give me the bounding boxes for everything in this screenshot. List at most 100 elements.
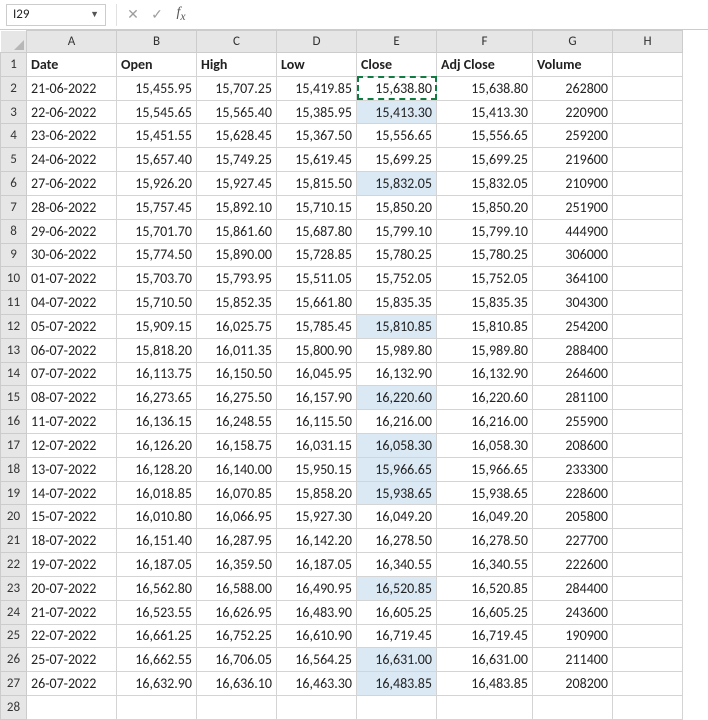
cell-D2[interactable]: 15,419.85 [277, 76, 357, 100]
cell-C10[interactable]: 15,793.95 [197, 267, 277, 291]
cell-E15[interactable]: 16,220.60 [357, 386, 437, 410]
cell-B10[interactable]: 15,703.70 [117, 267, 197, 291]
cell-C7[interactable]: 15,892.10 [197, 195, 277, 219]
cell-B18[interactable]: 16,128.20 [117, 457, 197, 481]
cell-E18[interactable]: 15,966.65 [357, 457, 437, 481]
cell-A20[interactable]: 15-07-2022 [27, 505, 117, 529]
cell-D19[interactable]: 15,858.20 [277, 481, 357, 505]
row-header-7[interactable]: 7 [1, 195, 27, 219]
cell-E16[interactable]: 16,216.00 [357, 410, 437, 434]
row-header-26[interactable]: 26 [1, 648, 27, 672]
cell-H2[interactable] [613, 76, 683, 100]
cell-C20[interactable]: 16,066.95 [197, 505, 277, 529]
column-header-F[interactable]: F [437, 31, 533, 53]
cell-G5[interactable]: 219600 [533, 148, 613, 172]
row-header-4[interactable]: 4 [1, 124, 27, 148]
cell-B20[interactable]: 16,010.80 [117, 505, 197, 529]
cell-G8[interactable]: 444900 [533, 219, 613, 243]
formula-input[interactable] [193, 4, 708, 26]
select-all-corner[interactable] [1, 31, 27, 53]
row-header-24[interactable]: 24 [1, 600, 27, 624]
cell-D27[interactable]: 16,463.30 [277, 672, 357, 696]
cell-G22[interactable]: 222600 [533, 553, 613, 577]
cell-G3[interactable]: 220900 [533, 100, 613, 124]
row-header-10[interactable]: 10 [1, 267, 27, 291]
cell-H10[interactable] [613, 267, 683, 291]
cell-E27[interactable]: 16,483.85 [357, 672, 437, 696]
cell-G19[interactable]: 228600 [533, 481, 613, 505]
cell-D10[interactable]: 15,511.05 [277, 267, 357, 291]
cell-H11[interactable] [613, 291, 683, 315]
cell-A27[interactable]: 26-07-2022 [27, 672, 117, 696]
cell-H6[interactable] [613, 172, 683, 196]
cell-F6[interactable]: 15,832.05 [437, 172, 533, 196]
cell-A15[interactable]: 08-07-2022 [27, 386, 117, 410]
cell-H26[interactable] [613, 648, 683, 672]
cell-A6[interactable]: 27-06-2022 [27, 172, 117, 196]
header-cell-F[interactable]: Adj Close [437, 53, 533, 77]
cell-H20[interactable] [613, 505, 683, 529]
cell-F21[interactable]: 16,278.50 [437, 529, 533, 553]
cell-E19[interactable]: 15,938.65 [357, 481, 437, 505]
cell-C11[interactable]: 15,852.35 [197, 291, 277, 315]
cell-H12[interactable] [613, 314, 683, 338]
cell-A19[interactable]: 14-07-2022 [27, 481, 117, 505]
cell-C8[interactable]: 15,861.60 [197, 219, 277, 243]
cell-H8[interactable] [613, 219, 683, 243]
cell-A26[interactable]: 25-07-2022 [27, 648, 117, 672]
cell-C13[interactable]: 16,011.35 [197, 338, 277, 362]
cell-D4[interactable]: 15,367.50 [277, 124, 357, 148]
cell-C25[interactable]: 16,752.25 [197, 624, 277, 648]
cell-C5[interactable]: 15,749.25 [197, 148, 277, 172]
cell-B7[interactable]: 15,757.45 [117, 195, 197, 219]
cell-H28[interactable] [613, 695, 683, 719]
cell-G10[interactable]: 364100 [533, 267, 613, 291]
cell-D24[interactable]: 16,483.90 [277, 600, 357, 624]
cell-D6[interactable]: 15,815.50 [277, 172, 357, 196]
cell-G24[interactable]: 243600 [533, 600, 613, 624]
cell-B9[interactable]: 15,774.50 [117, 243, 197, 267]
cell-F25[interactable]: 16,719.45 [437, 624, 533, 648]
header-cell-C[interactable]: High [197, 53, 277, 77]
cell-E13[interactable]: 15,989.80 [357, 338, 437, 362]
fx-icon[interactable]: fx [169, 2, 193, 28]
cell-H23[interactable] [613, 576, 683, 600]
cell-F19[interactable]: 15,938.65 [437, 481, 533, 505]
cell-B2[interactable]: 15,455.95 [117, 76, 197, 100]
cell-H9[interactable] [613, 243, 683, 267]
cell-F7[interactable]: 15,850.20 [437, 195, 533, 219]
cell-D17[interactable]: 16,031.15 [277, 434, 357, 458]
cell-F2[interactable]: 15,638.80 [437, 76, 533, 100]
cell-H21[interactable] [613, 529, 683, 553]
cell-B13[interactable]: 15,818.20 [117, 338, 197, 362]
cell-D11[interactable]: 15,661.80 [277, 291, 357, 315]
cell-D15[interactable]: 16,157.90 [277, 386, 357, 410]
cell-D14[interactable]: 16,045.95 [277, 362, 357, 386]
cell-F18[interactable]: 15,966.65 [437, 457, 533, 481]
cell-E23[interactable]: 16,520.85 [357, 576, 437, 600]
cell-F10[interactable]: 15,752.05 [437, 267, 533, 291]
cell-A8[interactable]: 29-06-2022 [27, 219, 117, 243]
cell-D28[interactable] [277, 695, 357, 719]
cell-A28[interactable] [27, 695, 117, 719]
cell-G7[interactable]: 251900 [533, 195, 613, 219]
row-header-6[interactable]: 6 [1, 172, 27, 196]
cell-A21[interactable]: 18-07-2022 [27, 529, 117, 553]
cell-B14[interactable]: 16,113.75 [117, 362, 197, 386]
cell-H15[interactable] [613, 386, 683, 410]
cell-A9[interactable]: 30-06-2022 [27, 243, 117, 267]
cell-E14[interactable]: 16,132.90 [357, 362, 437, 386]
cell-F11[interactable]: 15,835.35 [437, 291, 533, 315]
column-header-C[interactable]: C [197, 31, 277, 53]
cell-F16[interactable]: 16,216.00 [437, 410, 533, 434]
cell-G9[interactable]: 306000 [533, 243, 613, 267]
cell-E9[interactable]: 15,780.25 [357, 243, 437, 267]
name-box[interactable]: I29 ▼ [6, 4, 106, 26]
cell-F23[interactable]: 16,520.85 [437, 576, 533, 600]
cell-F17[interactable]: 16,058.30 [437, 434, 533, 458]
cell-A18[interactable]: 13-07-2022 [27, 457, 117, 481]
cell-A16[interactable]: 11-07-2022 [27, 410, 117, 434]
header-cell-G[interactable]: Volume [533, 53, 613, 77]
cell-H17[interactable] [613, 434, 683, 458]
row-header-8[interactable]: 8 [1, 219, 27, 243]
